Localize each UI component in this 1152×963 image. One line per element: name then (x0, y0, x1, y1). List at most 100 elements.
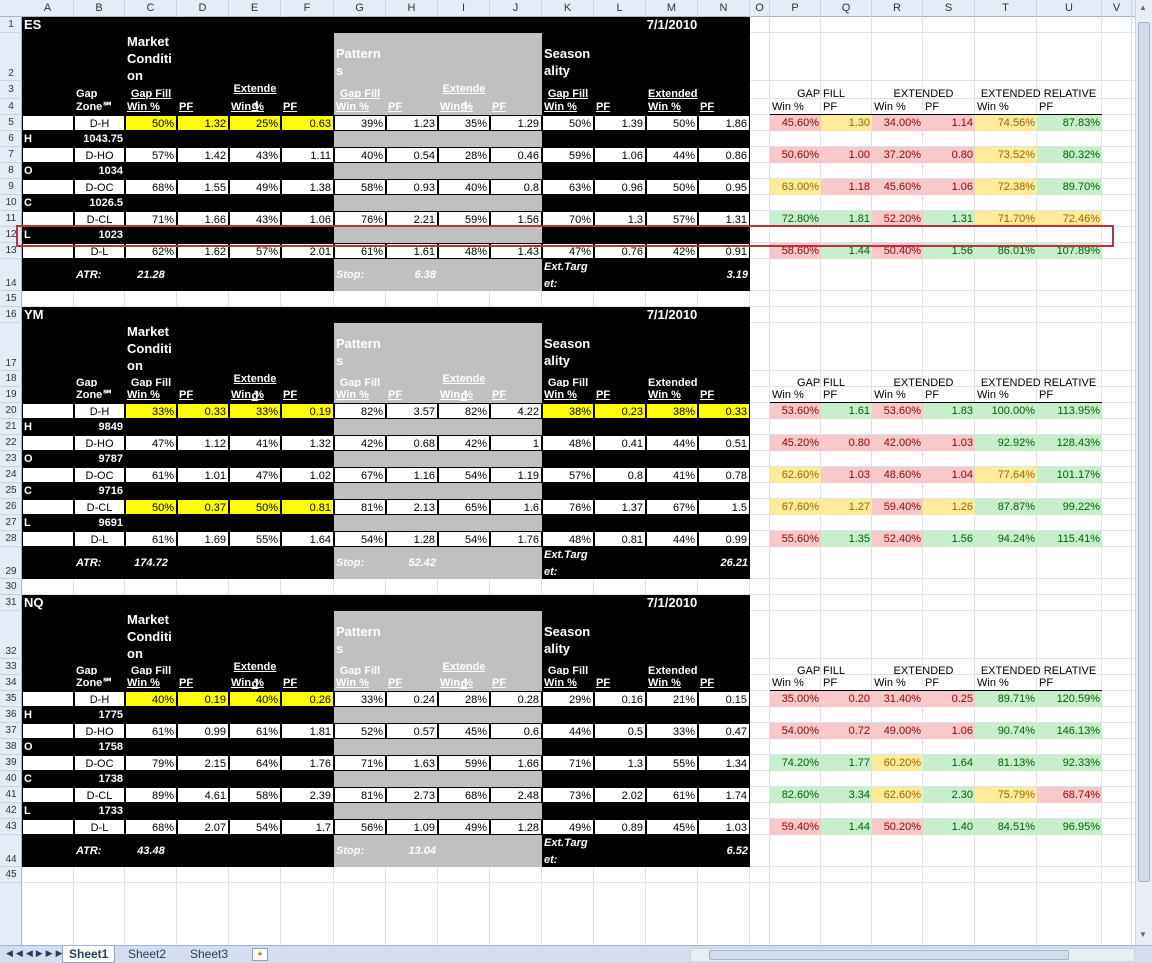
pattern-value[interactable]: 1.09 (386, 819, 438, 835)
market-value[interactable]: 43% (229, 147, 281, 163)
summary-value[interactable]: 1.44 (821, 243, 872, 259)
season-value[interactable]: 44% (542, 723, 594, 739)
row-header[interactable]: 11 (0, 211, 22, 227)
row-header[interactable]: 28 (0, 531, 22, 547)
summary-value[interactable]: 120.59% (1037, 691, 1102, 707)
summary-value[interactable]: 55.60% (770, 531, 821, 547)
market-value[interactable]: 50% (125, 499, 177, 515)
summary-value[interactable]: 1.31 (923, 211, 975, 227)
scroll-thumb[interactable] (1138, 22, 1150, 882)
summary-value[interactable]: 58.60% (770, 243, 821, 259)
summary-value[interactable]: 54.00% (770, 723, 821, 739)
row-header[interactable]: 42 (0, 803, 22, 819)
row-header[interactable]: 16 (0, 307, 22, 323)
summary-value[interactable]: 89.70% (1037, 179, 1102, 195)
scroll-down-arrow-icon[interactable]: ▼ (1139, 930, 1147, 939)
pattern-value[interactable]: 28% (438, 147, 490, 163)
season-value[interactable]: 1.39 (594, 115, 646, 131)
season-value[interactable]: 0.23 (594, 403, 646, 419)
summary-value[interactable]: 87.83% (1037, 115, 1102, 131)
pattern-value[interactable]: 1.56 (490, 211, 542, 227)
pattern-value[interactable]: 0.6 (490, 723, 542, 739)
summary-value[interactable]: 45.60% (770, 115, 821, 131)
pattern-value[interactable]: 59% (438, 211, 490, 227)
tab-sheet2[interactable]: Sheet2 (122, 946, 172, 963)
summary-value[interactable]: 1.56 (923, 243, 975, 259)
summary-value[interactable]: 0.80 (923, 147, 975, 163)
pattern-value[interactable]: 61% (334, 243, 386, 259)
pattern-value[interactable]: 39% (334, 115, 386, 131)
pattern-value[interactable]: 82% (334, 403, 386, 419)
pattern-value[interactable]: 2.13 (386, 499, 438, 515)
season-value[interactable]: 1.74 (698, 787, 750, 803)
pattern-value[interactable]: 33% (334, 691, 386, 707)
season-value[interactable]: 0.96 (594, 179, 646, 195)
row-header[interactable]: 6 (0, 131, 22, 147)
pattern-value[interactable]: 82% (438, 403, 490, 419)
summary-value[interactable]: 107.89% (1037, 243, 1102, 259)
market-value[interactable]: 68% (125, 819, 177, 835)
summary-value[interactable]: 62.60% (770, 467, 821, 483)
market-value[interactable]: 0.63 (281, 115, 334, 131)
market-value[interactable]: 2.01 (281, 243, 334, 259)
market-value[interactable]: 54% (229, 819, 281, 835)
row-header[interactable]: 41 (0, 787, 22, 803)
summary-value[interactable]: 1.35 (821, 531, 872, 547)
summary-value[interactable]: 37.20% (872, 147, 923, 163)
pattern-value[interactable]: 54% (438, 531, 490, 547)
pattern-value[interactable]: 49% (438, 819, 490, 835)
market-value[interactable]: 0.99 (177, 723, 229, 739)
pattern-value[interactable]: 67% (334, 467, 386, 483)
season-value[interactable]: 61% (646, 787, 698, 803)
market-value[interactable]: 1.11 (281, 147, 334, 163)
market-value[interactable]: 1.32 (177, 115, 229, 131)
season-value[interactable]: 33% (646, 723, 698, 739)
market-value[interactable]: 64% (229, 755, 281, 771)
summary-value[interactable]: 52.40% (872, 531, 923, 547)
season-value[interactable]: 1.3 (594, 211, 646, 227)
season-value[interactable]: 0.16 (594, 691, 646, 707)
column-header[interactable]: N (698, 0, 750, 17)
summary-value[interactable]: 1.56 (923, 531, 975, 547)
summary-value[interactable]: 100.00% (975, 403, 1037, 419)
market-value[interactable]: 1.32 (281, 435, 334, 451)
market-value[interactable]: 1.55 (177, 179, 229, 195)
scroll-up-arrow-icon[interactable]: ▲ (1139, 3, 1147, 12)
market-value[interactable]: 1.81 (281, 723, 334, 739)
summary-value[interactable]: 113.95% (1037, 403, 1102, 419)
row-header[interactable]: 1 (0, 17, 22, 33)
pattern-value[interactable]: 58% (334, 179, 386, 195)
pattern-value[interactable]: 81% (334, 499, 386, 515)
season-value[interactable]: 1.03 (698, 819, 750, 835)
season-value[interactable]: 42% (646, 243, 698, 259)
season-value[interactable]: 1.34 (698, 755, 750, 771)
column-header[interactable]: U (1037, 0, 1102, 17)
market-value[interactable]: 33% (229, 403, 281, 419)
pattern-value[interactable]: 48% (438, 243, 490, 259)
summary-value[interactable]: 72.38% (975, 179, 1037, 195)
summary-value[interactable]: 115.41% (1037, 531, 1102, 547)
market-value[interactable]: 57% (125, 147, 177, 163)
pattern-value[interactable]: 40% (438, 179, 490, 195)
row-header[interactable]: 26 (0, 499, 22, 515)
pattern-value[interactable]: 59% (438, 755, 490, 771)
season-value[interactable]: 0.81 (594, 531, 646, 547)
pattern-value[interactable]: 0.93 (386, 179, 438, 195)
summary-value[interactable]: 49.00% (872, 723, 923, 739)
row-header[interactable]: 23 (0, 451, 22, 467)
pattern-value[interactable]: 0.46 (490, 147, 542, 163)
season-value[interactable]: 0.95 (698, 179, 750, 195)
row-header[interactable]: 8 (0, 163, 22, 179)
season-value[interactable]: 71% (542, 755, 594, 771)
market-value[interactable]: 47% (125, 435, 177, 451)
market-value[interactable]: 61% (125, 531, 177, 547)
column-header[interactable]: O (750, 0, 770, 17)
summary-value[interactable]: 1.00 (821, 147, 872, 163)
market-value[interactable]: 0.33 (177, 403, 229, 419)
season-value[interactable]: 73% (542, 787, 594, 803)
season-value[interactable]: 47% (542, 243, 594, 259)
market-value[interactable]: 25% (229, 115, 281, 131)
row-header[interactable]: 18 (0, 371, 22, 387)
season-value[interactable]: 57% (646, 211, 698, 227)
summary-value[interactable]: 53.60% (770, 403, 821, 419)
